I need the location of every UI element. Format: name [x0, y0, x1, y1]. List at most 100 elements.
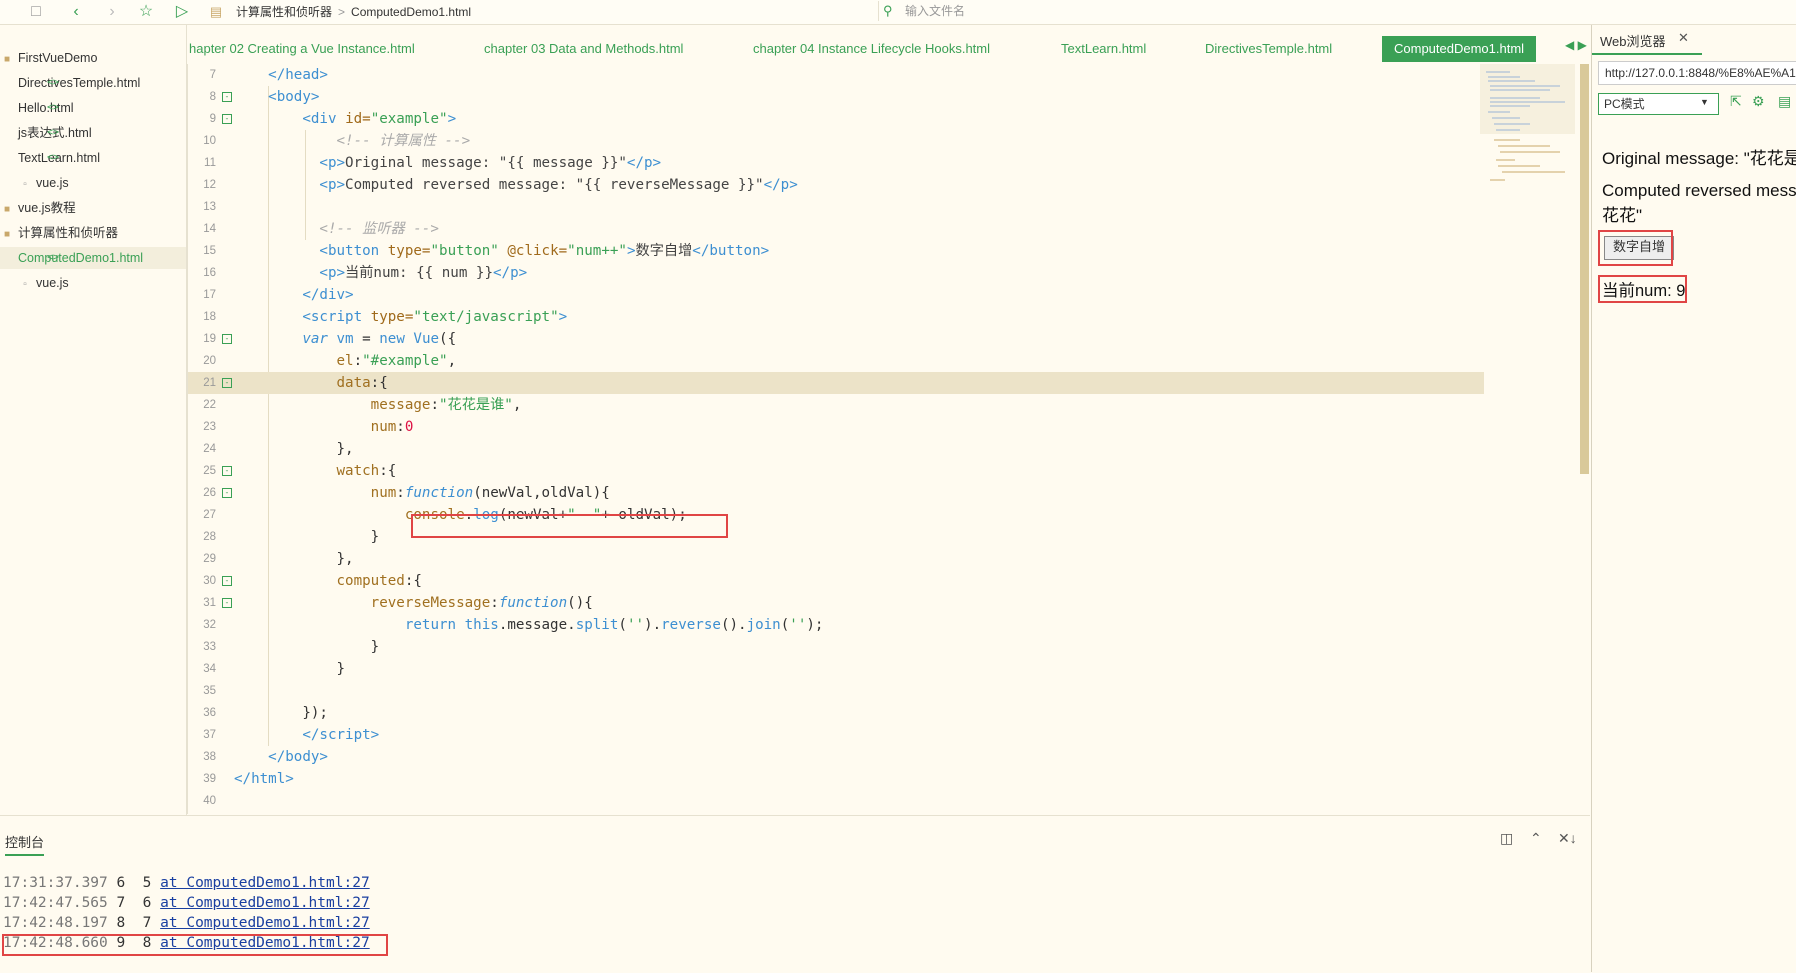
line-number: 37: [203, 729, 216, 741]
url-bar[interactable]: http://127.0.0.1:8848/%E8%AE%A1: [1598, 61, 1796, 85]
code-line: 11 <p>Original message: "{{ message }}"<…: [188, 152, 1484, 174]
line-number: 20: [203, 355, 216, 367]
tab-directivestemple[interactable]: DirectivesTemple.html: [1205, 36, 1332, 62]
code-line: 32 return this.message.split('').reverse…: [188, 614, 1484, 636]
code-line: 16 <p>当前num: {{ num }}</p>: [188, 262, 1484, 284]
back-icon[interactable]: ‹: [66, 2, 86, 22]
tab-textlearn[interactable]: TextLearn.html: [1061, 36, 1146, 62]
tree-label: 计算属性和侦听器: [18, 226, 119, 240]
tree-folder-computed[interactable]: ■ 计算属性和侦听器: [0, 222, 118, 244]
line-number: 15: [203, 245, 216, 257]
console-collapse-icon[interactable]: ⌃: [1530, 830, 1542, 847]
tree-folder-vuejs-tutorial[interactable]: ■ vue.js教程: [0, 197, 76, 219]
code-line: 37 </script>: [188, 724, 1484, 746]
save-icon[interactable]: □: [26, 2, 46, 22]
code-minimap[interactable]: [1480, 68, 1575, 188]
code-line: 28 }: [188, 526, 1484, 548]
code-line: 36 });: [188, 702, 1484, 724]
code-line: 27 console.log(newVal+" "+ oldVal);: [188, 504, 1484, 526]
line-number: 16: [203, 267, 216, 279]
line-number: 11: [204, 157, 216, 169]
console-export-icon[interactable]: ◫: [1500, 830, 1513, 847]
run-icon[interactable]: ▷: [172, 2, 192, 22]
line-number: 25: [203, 465, 216, 477]
log-source-link[interactable]: at ComputedDemo1.html:27: [160, 875, 370, 891]
fold-toggle-icon[interactable]: -: [222, 488, 232, 498]
top-toolbar: □ ‹ › ☆ ▷ ▤ 计算属性和侦听器 > ComputedDemo1.html …: [0, 0, 1796, 25]
code-file-icon: <>: [46, 252, 60, 263]
fold-toggle-icon[interactable]: -: [222, 466, 232, 476]
folder-icon: ▤: [209, 4, 223, 19]
gear-icon[interactable]: ⚙: [1752, 93, 1765, 110]
line-number: 38: [203, 751, 216, 763]
tree-folder-firstvuedemo[interactable]: ■ FirstVueDemo: [0, 47, 97, 69]
computed-message-line2: 花花": [1602, 206, 1643, 225]
search-placeholder: 输入文件名: [905, 4, 966, 18]
breadcrumb-folder[interactable]: 计算属性和侦听器: [236, 5, 332, 19]
fold-toggle-icon[interactable]: -: [222, 378, 232, 388]
line-number: 9: [209, 113, 216, 125]
tab-console[interactable]: 控制台: [5, 832, 45, 856]
code-line: 25- watch:{: [188, 460, 1484, 482]
file-search-input[interactable]: ⚲ 输入文件名: [878, 1, 1445, 21]
code-line: 9- <div id="example">: [188, 108, 1484, 130]
line-number: 34: [203, 663, 216, 675]
tree-file-directivestemple[interactable]: <> DirectivesTemple.html: [0, 72, 140, 94]
tree-file-computeddemo1[interactable]: <> ComputedDemo1.html: [0, 247, 186, 269]
fold-toggle-icon[interactable]: -: [222, 598, 232, 608]
fold-toggle-icon[interactable]: -: [222, 114, 232, 124]
tab-chapter04[interactable]: chapter 04 Instance Lifecycle Hooks.html: [753, 36, 990, 62]
star-icon[interactable]: ☆: [136, 2, 156, 22]
breadcrumb: 计算属性和侦听器 > ComputedDemo1.html: [236, 3, 471, 20]
log-time: 17:42:47.565: [3, 895, 108, 911]
open-external-icon[interactable]: ⇱: [1730, 93, 1742, 110]
line-number: 40: [203, 795, 216, 807]
code-line: 26- num:function(newVal,oldVal){: [188, 482, 1484, 504]
log-message: 8 7: [107, 915, 161, 931]
editor-vertical-scrollbar[interactable]: [1580, 64, 1589, 474]
close-icon[interactable]: ✕: [1678, 30, 1689, 46]
code-file-icon: <>: [46, 152, 60, 163]
fold-toggle-icon[interactable]: -: [222, 334, 232, 344]
log-source-link[interactable]: at ComputedDemo1.html:27: [160, 895, 370, 911]
line-number: 18: [203, 311, 216, 323]
tab-chapter03[interactable]: chapter 03 Data and Methods.html: [484, 36, 683, 62]
code-line: 15 <button type="button" @click="num++">…: [188, 240, 1484, 262]
tree-file-vuejs[interactable]: ▫ vue.js: [0, 172, 68, 194]
tab-computeddemo1[interactable]: ComputedDemo1.html: [1382, 36, 1537, 62]
code-line: 29 },: [188, 548, 1484, 570]
devtools-icon[interactable]: ▤: [1778, 93, 1791, 110]
line-number: 13: [203, 201, 216, 213]
console-clear-icon[interactable]: ✕↓: [1558, 830, 1577, 847]
log-source-link[interactable]: at ComputedDemo1.html:27: [160, 915, 370, 931]
console-log-entry: 17:31:37.397 6 5 at ComputedDemo1.html:2…: [3, 873, 370, 893]
code-line: 39 </html>: [188, 768, 1484, 790]
editor-tab-bar: hapter 02 Creating a Vue Instance.html c…: [187, 36, 1590, 62]
line-number: 33: [203, 641, 216, 653]
tab-chapter02[interactable]: hapter 02 Creating a Vue Instance.html: [189, 36, 415, 62]
line-number: 10: [203, 135, 216, 147]
line-number: 32: [203, 619, 216, 631]
forward-icon[interactable]: ›: [102, 2, 122, 22]
line-number: 14: [203, 223, 216, 235]
fold-toggle-icon[interactable]: -: [222, 576, 232, 586]
line-number: 7: [209, 69, 216, 81]
code-editor[interactable]: 7 </head> 8- <body> 9- <div id="example"…: [187, 64, 1484, 814]
code-line: 34 }: [188, 658, 1484, 680]
original-message-text: Original message: "花花是: [1602, 149, 1796, 168]
line-number: 21: [203, 377, 216, 389]
tree-file-hello[interactable]: <> Hello.html: [0, 97, 74, 119]
tree-file-js-expression[interactable]: <> js表达式.html: [0, 122, 92, 144]
line-number: 17: [203, 289, 216, 301]
tree-file-textlearn[interactable]: <> TextLearn.html: [0, 147, 100, 169]
fold-toggle-icon[interactable]: -: [222, 92, 232, 102]
breadcrumb-file[interactable]: ComputedDemo1.html: [351, 5, 471, 19]
log-time: 17:42:48.197: [3, 915, 108, 931]
line-number: 39: [203, 773, 216, 785]
folder-icon: ■: [3, 204, 11, 215]
code-line: 30- computed:{: [188, 570, 1484, 592]
folder-icon: ■: [3, 54, 11, 65]
line-number: 8: [209, 91, 216, 103]
tree-file-vuejs-2[interactable]: ▫ vue.js: [0, 272, 68, 294]
tab-scroll-arrows[interactable]: ◀ ▶: [1565, 38, 1587, 52]
